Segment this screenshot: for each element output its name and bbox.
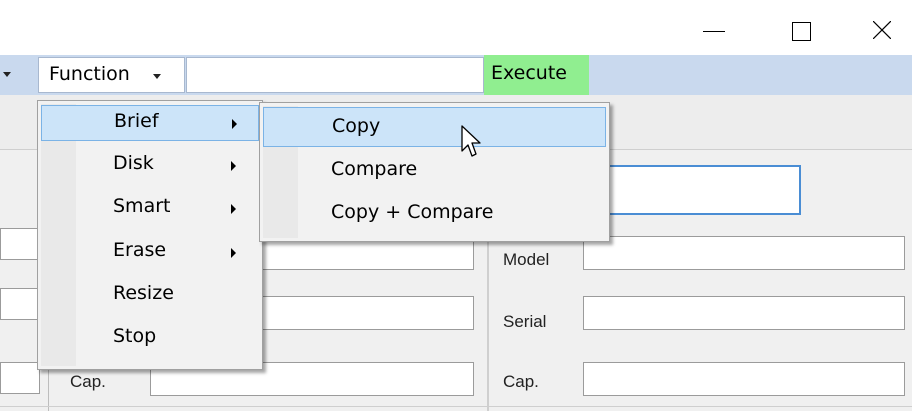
mouse-pointer-icon xyxy=(461,125,481,157)
submenu-arrow-icon xyxy=(232,119,237,129)
menu-item-brief[interactable]: Brief xyxy=(41,105,259,141)
maximize-button[interactable] xyxy=(774,0,834,54)
menu-item-label: Resize xyxy=(113,282,174,304)
execute-button[interactable]: Execute xyxy=(484,55,589,95)
menu-item-smart[interactable]: Smart xyxy=(41,191,259,227)
cap-label: Cap. xyxy=(503,372,539,391)
serial-label: Serial xyxy=(503,312,547,331)
function-combo-input[interactable] xyxy=(186,57,484,93)
submenu-arrow-icon xyxy=(231,248,236,258)
menu-item-label: Smart xyxy=(113,195,171,217)
menu-item-label: Stop xyxy=(113,325,157,347)
close-icon xyxy=(873,21,891,39)
function-label: Function xyxy=(49,63,130,85)
left-field-2-edge[interactable] xyxy=(0,288,40,320)
right-top-field[interactable] xyxy=(583,165,801,215)
menu-item-label: Brief xyxy=(114,110,159,132)
minimize-button[interactable] xyxy=(686,0,746,54)
submenu-arrow-icon xyxy=(231,161,236,171)
minimize-icon xyxy=(703,31,725,32)
model-field[interactable] xyxy=(583,236,905,270)
bottom-border xyxy=(0,406,912,407)
left-cap-label: Cap. xyxy=(70,372,106,391)
function-dropdown-button[interactable]: Function xyxy=(38,57,185,93)
toolbar: Function Execute xyxy=(0,55,912,95)
left-serial-field[interactable] xyxy=(262,296,474,330)
cap-field[interactable] xyxy=(583,362,905,396)
submenu-item-label: Compare xyxy=(331,158,418,180)
close-button[interactable] xyxy=(852,0,912,54)
window-titlebar xyxy=(0,0,912,54)
submenu-item-compare[interactable]: Compare xyxy=(263,154,606,190)
left-field-3-edge[interactable] xyxy=(0,362,40,394)
menu-item-label: Erase xyxy=(113,239,167,261)
submenu-item-copy-compare[interactable]: Copy + Compare xyxy=(263,197,606,233)
chevron-down-icon xyxy=(153,74,161,79)
function-menu: Brief Disk Smart Erase Resize Stop xyxy=(37,100,263,370)
submenu-item-copy[interactable]: Copy xyxy=(263,107,606,147)
submenu-item-label: Copy xyxy=(332,115,381,137)
submenu-item-label: Copy + Compare xyxy=(331,201,494,223)
model-label: Model xyxy=(503,250,550,269)
menu-item-label: Disk xyxy=(113,152,154,174)
execute-label: Execute xyxy=(491,62,567,84)
maximize-icon xyxy=(792,22,811,41)
menu-item-erase[interactable]: Erase xyxy=(41,235,259,271)
menu-item-stop[interactable]: Stop xyxy=(41,321,259,357)
submenu-arrow-icon xyxy=(231,204,236,214)
serial-field[interactable] xyxy=(583,296,905,330)
brief-submenu: Copy Compare Copy + Compare xyxy=(259,102,610,242)
left-field-1-edge[interactable] xyxy=(0,228,40,260)
menu-item-resize[interactable]: Resize xyxy=(41,278,259,314)
menu-item-disk[interactable]: Disk xyxy=(41,148,259,184)
dropdown-arrow-icon[interactable] xyxy=(3,72,11,77)
